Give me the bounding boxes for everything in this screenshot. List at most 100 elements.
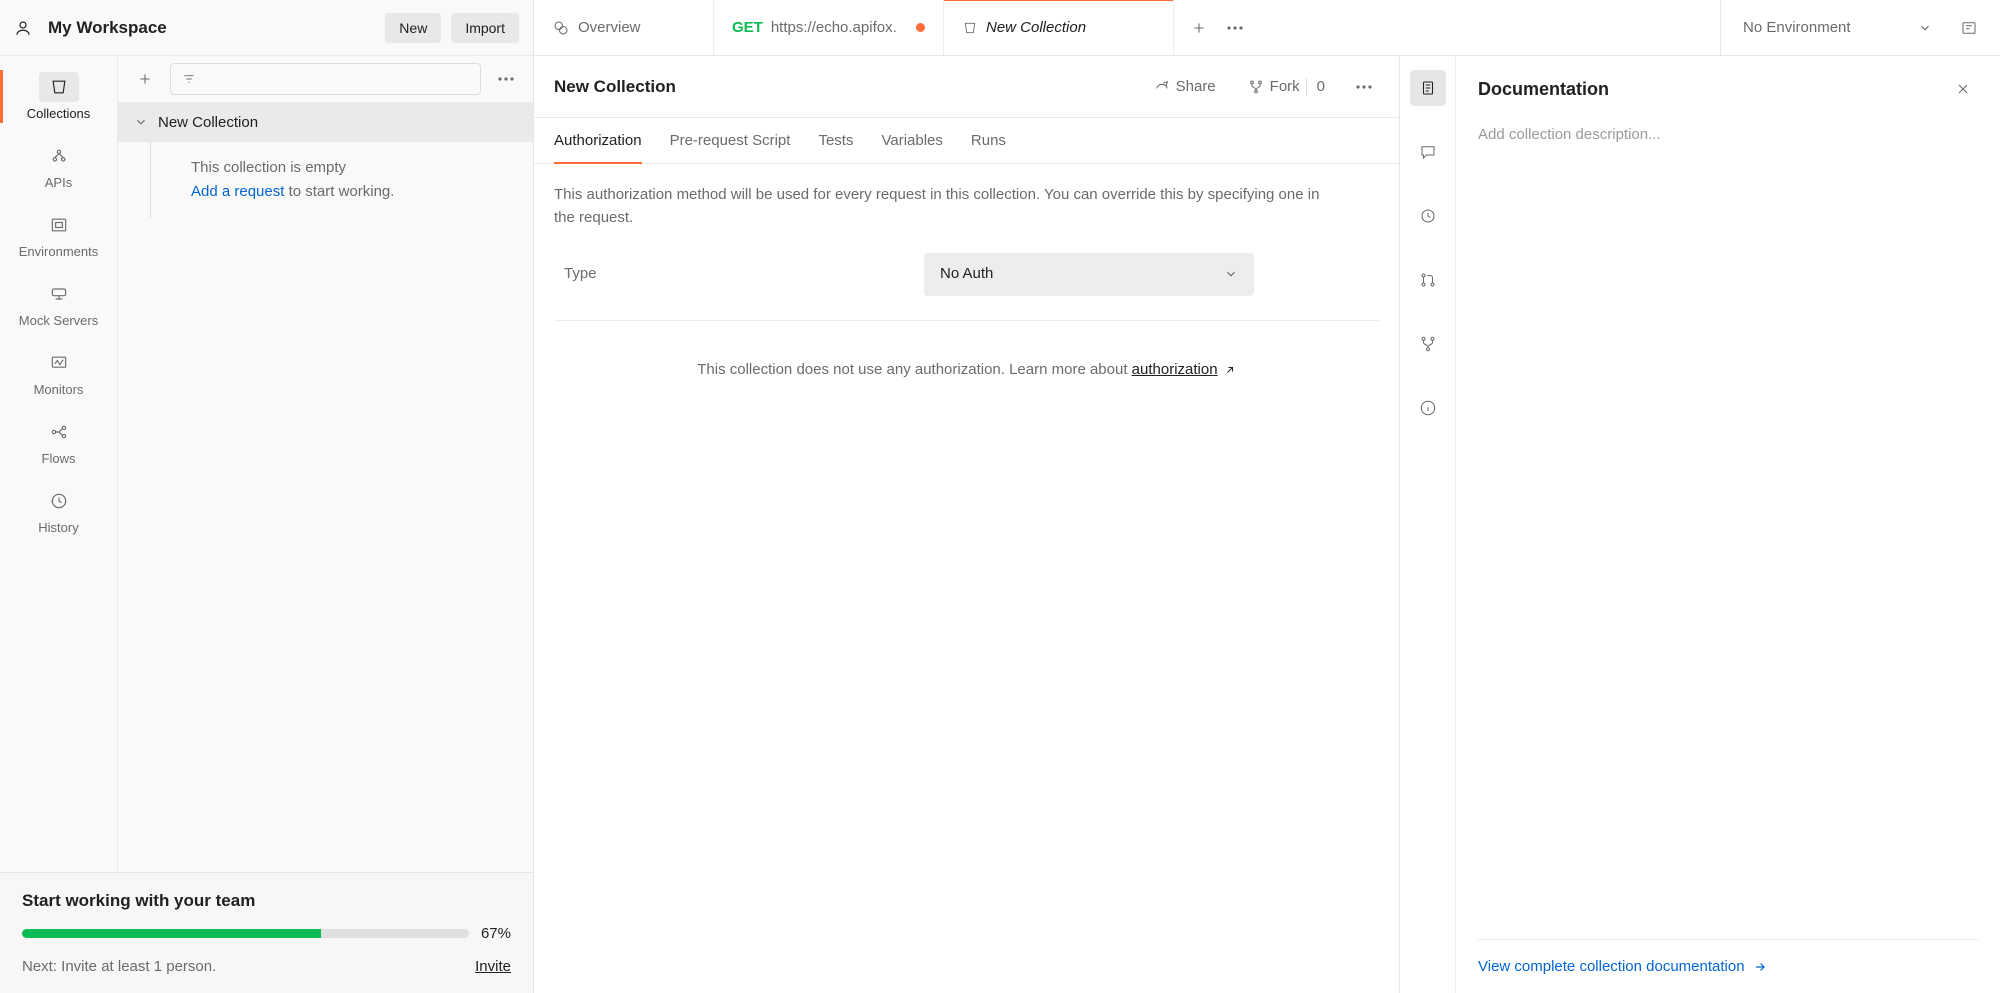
share-label: Share — [1176, 78, 1216, 95]
environments-icon — [49, 215, 69, 235]
tab-overview[interactable]: Overview — [534, 0, 714, 55]
tab-runs[interactable]: Runs — [971, 118, 1006, 163]
nav-history[interactable]: History — [0, 476, 117, 545]
team-next: Next: Invite at least 1 person. — [22, 958, 216, 975]
collection-name: New Collection — [158, 114, 258, 131]
nav-label: Mock Servers — [19, 313, 98, 328]
progress-bar — [22, 929, 469, 938]
info-icon — [1419, 399, 1437, 417]
env-quicklook-icon[interactable] — [1960, 19, 1978, 37]
tab-url: https://echo.apifox. — [771, 19, 897, 36]
external-link-icon — [1224, 364, 1236, 376]
chevron-down-icon — [1918, 21, 1932, 35]
history-icon — [49, 491, 69, 511]
auth-description: This authorization method will be used f… — [554, 184, 1334, 229]
comment-icon — [1419, 143, 1437, 161]
fork-button[interactable]: Fork 0 — [1240, 72, 1333, 101]
tab-collection-active[interactable]: New Collection — [944, 0, 1174, 55]
auth-note: This collection does not use any authori… — [554, 321, 1379, 420]
fork-icon — [1419, 335, 1437, 353]
nav-label: Environments — [19, 244, 98, 259]
empty-message: This collection is empty — [191, 156, 519, 180]
rail-documentation[interactable] — [1410, 70, 1446, 106]
arrow-right-icon — [1753, 960, 1767, 974]
tab-tests[interactable]: Tests — [818, 118, 853, 163]
chevron-down-icon — [134, 115, 148, 129]
monitors-icon — [49, 353, 69, 373]
rail-info[interactable] — [1410, 390, 1446, 426]
person-icon — [14, 19, 32, 37]
empty-tail: to start working. — [284, 183, 394, 200]
rail-comments[interactable] — [1410, 134, 1446, 170]
share-icon — [1154, 79, 1170, 95]
tab-variables[interactable]: Variables — [881, 118, 942, 163]
more-options-button[interactable] — [491, 64, 521, 94]
close-icon — [1955, 81, 1971, 97]
tab-label: New Collection — [986, 19, 1086, 36]
fork-count: 0 — [1306, 78, 1325, 95]
flows-icon — [49, 422, 69, 442]
nav-label: History — [38, 520, 78, 535]
collection-more-button[interactable] — [1349, 72, 1379, 102]
invite-link[interactable]: Invite — [475, 958, 511, 975]
unsaved-dot-icon — [916, 23, 925, 32]
dots-icon — [1227, 26, 1243, 30]
workspace-title[interactable]: My Workspace — [48, 18, 375, 38]
rail-changelog[interactable] — [1410, 198, 1446, 234]
plus-icon — [137, 71, 153, 87]
share-button[interactable]: Share — [1146, 72, 1224, 101]
mock-icon — [49, 284, 69, 304]
doc-title: Documentation — [1478, 79, 1609, 100]
nav-rail: Collections APIs Environments Mock Serve… — [0, 56, 118, 872]
rail-forks[interactable] — [1410, 326, 1446, 362]
collection-row[interactable]: New Collection — [118, 102, 533, 142]
collections-icon — [49, 77, 69, 97]
nav-mock-servers[interactable]: Mock Servers — [0, 269, 117, 338]
nav-apis[interactable]: APIs — [0, 131, 117, 200]
add-request-link[interactable]: Add a request — [191, 183, 284, 200]
tab-options-button[interactable] — [1220, 13, 1250, 43]
filter-input[interactable] — [170, 63, 481, 95]
rail-pull-requests[interactable] — [1410, 262, 1446, 298]
team-onboarding: Start working with your team 67% Next: I… — [0, 872, 533, 993]
auth-type-select[interactable]: No Auth — [924, 253, 1254, 296]
overview-icon — [552, 19, 570, 37]
collection-title[interactable]: New Collection — [554, 77, 1130, 97]
nav-label: APIs — [45, 175, 72, 190]
auth-type-value: No Auth — [940, 263, 993, 286]
plus-icon — [1191, 20, 1207, 36]
new-tab-button[interactable] — [1184, 13, 1214, 43]
nav-environments[interactable]: Environments — [0, 200, 117, 269]
collection-icon — [962, 20, 978, 36]
pull-request-icon — [1419, 271, 1437, 289]
history-icon — [1419, 207, 1437, 225]
workspace-header: My Workspace New Import — [0, 0, 533, 56]
view-full-doc-link[interactable]: View complete collection documentation — [1478, 958, 1978, 975]
authorization-help-link[interactable]: authorization — [1132, 361, 1218, 378]
fork-label: Fork — [1270, 78, 1300, 95]
tab-authorization[interactable]: Authorization — [554, 118, 642, 163]
chevron-down-icon — [1224, 267, 1238, 281]
nav-flows[interactable]: Flows — [0, 407, 117, 476]
new-button[interactable]: New — [385, 13, 441, 43]
method-badge: GET — [732, 19, 763, 36]
doc-description-input[interactable]: Add collection description... — [1478, 126, 1978, 143]
nav-label: Collections — [27, 106, 91, 121]
nav-label: Monitors — [34, 382, 84, 397]
dots-icon — [498, 77, 514, 81]
env-label: No Environment — [1743, 19, 1908, 36]
tab-request[interactable]: GET https://echo.apifox. — [714, 0, 944, 55]
tabs-bar: Overview GET https://echo.apifox. New Co… — [534, 0, 2000, 56]
progress-percent: 67% — [481, 925, 511, 942]
tab-prerequest[interactable]: Pre-request Script — [670, 118, 791, 163]
collection-subtabs: Authorization Pre-request Script Tests V… — [534, 118, 1399, 164]
nav-monitors[interactable]: Monitors — [0, 338, 117, 407]
fork-icon — [1248, 79, 1264, 95]
environment-selector[interactable]: No Environment — [1720, 0, 2000, 55]
close-doc-button[interactable] — [1948, 74, 1978, 104]
auth-type-label: Type — [564, 263, 884, 286]
new-collection-button[interactable] — [130, 64, 160, 94]
nav-collections[interactable]: Collections — [0, 62, 117, 131]
import-button[interactable]: Import — [451, 13, 519, 43]
doc-link-label: View complete collection documentation — [1478, 958, 1745, 975]
